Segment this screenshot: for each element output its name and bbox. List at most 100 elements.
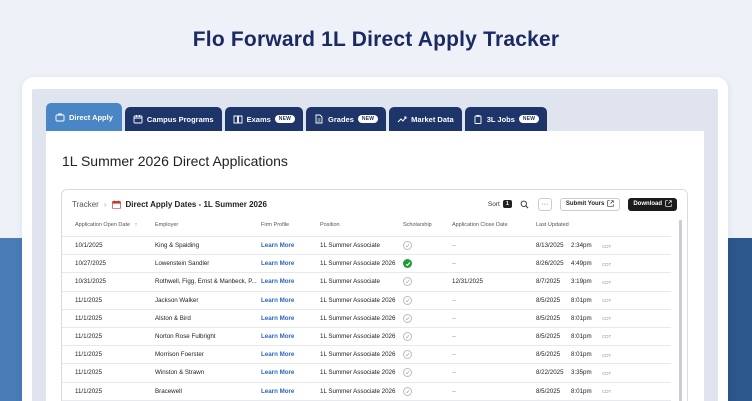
col-header-firm-profile[interactable]: Firm Profile <box>261 222 289 228</box>
more-options-button[interactable]: ··· <box>537 197 552 211</box>
cell-employer: Alston & Bird <box>155 314 191 322</box>
cell-updated-date: 8/13/2025 <box>536 242 564 249</box>
cell-updated-time: 8:01pm <box>571 296 592 304</box>
cell-close-date: -- <box>452 369 457 377</box>
tab-grades[interactable]: Grades NEW <box>306 107 387 131</box>
tab-3l-jobs[interactable]: 3L Jobs NEW <box>464 107 548 131</box>
col-header-open-date[interactable]: Application Open Date ↑ <box>75 222 137 228</box>
tracker-table: Tracker › Direct Apply Dates - 1L Summer… <box>61 189 688 401</box>
cell-open-date: 11/1/2025 <box>75 369 103 377</box>
tab-bar: Direct Apply Campus Programs Exams NEW G… <box>46 103 548 131</box>
col-header-last-updated[interactable]: Last Updated <box>536 222 569 228</box>
tab-label: Market Data <box>411 114 454 124</box>
cell-close-date: 12/31/2025 <box>452 278 483 286</box>
cell-open-date: 11/1/2025 <box>75 332 103 340</box>
download-label: Download <box>633 201 662 207</box>
cell-open-date: 10/27/2025 <box>75 260 106 268</box>
cell-updated-date: 8/5/2025 <box>536 296 561 304</box>
cell-timezone: CDT <box>602 261 612 267</box>
book-icon <box>233 114 243 124</box>
new-badge: NEW <box>274 115 296 123</box>
tab-label: Exams <box>246 114 271 124</box>
table-row[interactable]: 11/1/2025 Jackson Walker Learn More 1L Summ… <box>62 290 671 309</box>
sort-arrow-icon: ↑ <box>134 222 138 228</box>
cell-close-date: -- <box>452 387 457 395</box>
tab-content: 1L Summer 2026 Direct Applications Track… <box>46 131 704 401</box>
table-row[interactable]: 11/1/2025 Winston & Strawn Learn More 1L Su… <box>62 363 671 381</box>
download-button[interactable]: Download <box>628 197 677 211</box>
table-row[interactable]: 10/31/2025 Rothwell, Figg, Ernst & Manbec… <box>62 272 671 290</box>
cell-open-date: 11/1/2025 <box>75 296 103 304</box>
cell-position: 1L Summer Associate 2026 <box>320 332 396 340</box>
learn-more-link[interactable]: Learn More <box>261 260 294 267</box>
cell-updated-time: 8:01pm <box>571 314 592 322</box>
new-badge: NEW <box>357 115 379 123</box>
table-row[interactable]: 11/1/2025 Bracewell Learn More 1L Summer As… <box>62 381 671 400</box>
cell-timezone: CDT <box>602 334 612 340</box>
learn-more-link[interactable]: Learn More <box>261 388 294 395</box>
cell-position: 1L Summer Associate <box>320 242 380 249</box>
cell-updated-time: 3:19pm <box>571 278 592 286</box>
cell-updated-time: 8:01pm <box>571 332 592 340</box>
cell-updated-date: 8/7/2025 <box>536 278 561 286</box>
breadcrumb: Tracker › Direct Apply Dates - 1L Summer… <box>72 200 267 209</box>
sort-button[interactable]: Sort 1 <box>488 200 512 208</box>
submit-yours-button[interactable]: Submit Yours <box>559 197 621 211</box>
cell-open-date: 10/31/2025 <box>75 278 106 286</box>
learn-more-link[interactable]: Learn More <box>261 242 294 249</box>
cell-timezone: CDT <box>602 316 612 322</box>
cell-close-date: -- <box>452 314 457 322</box>
tab-campus-programs[interactable]: Campus Programs <box>124 107 222 131</box>
outer-card: Direct Apply Campus Programs Exams NEW G… <box>22 77 728 401</box>
learn-more-link[interactable]: Learn More <box>261 297 294 304</box>
vertical-scrollbar[interactable] <box>679 220 682 401</box>
cell-updated-date: 8/5/2025 <box>536 351 561 359</box>
cell-updated-time: 2:34pm <box>571 242 592 249</box>
learn-more-link[interactable]: Learn More <box>261 278 294 285</box>
learn-more-link[interactable]: Learn More <box>261 333 294 340</box>
cell-employer: Jackson Walker <box>155 296 199 304</box>
breadcrumb-current: Direct Apply Dates - 1L Summer 2026 <box>125 199 267 209</box>
clipboard-icon <box>473 114 483 124</box>
page-title: 1L Summer 2026 Direct Applications <box>62 153 288 169</box>
cell-position: 1L Summer Associate 2026 <box>320 387 396 395</box>
cell-position: 1L Summer Associate 2026 <box>320 296 396 304</box>
learn-more-link[interactable]: Learn More <box>261 315 294 322</box>
tab-direct-apply[interactable]: Direct Apply <box>46 103 122 131</box>
col-header-employer[interactable]: Employer <box>155 222 178 228</box>
cell-timezone: CDT <box>602 370 612 376</box>
scholarship-unchecked-icon <box>403 241 412 250</box>
cell-updated-time: 3:35pm <box>571 369 592 377</box>
tab-exams[interactable]: Exams NEW <box>224 107 304 131</box>
cell-employer: Morrison Foerster <box>155 351 204 359</box>
tab-label: Campus Programs <box>146 114 214 124</box>
col-header-scholarship[interactable]: Scholarship <box>403 222 432 228</box>
cell-employer: Lowenstein Sandler <box>155 260 210 268</box>
table-row[interactable]: 10/1/2025 King & Spalding Learn More 1L Sum… <box>62 236 671 254</box>
breadcrumb-tracker[interactable]: Tracker <box>72 200 99 209</box>
table-row[interactable]: 11/1/2025 Morrison Foerster Learn More 1L S… <box>62 345 671 363</box>
learn-more-link[interactable]: Learn More <box>261 369 294 376</box>
scholarship-unchecked-icon <box>403 313 412 323</box>
table-header: Application Open Date ↑ Employer Firm Pr… <box>62 222 687 236</box>
table-row[interactable]: 11/1/2025 Alston & Bird Learn More 1L Summe… <box>62 308 671 327</box>
tab-market-data[interactable]: Market Data <box>389 107 462 131</box>
hero-title: Flo Forward 1L Direct Apply Tracker <box>192 28 560 51</box>
new-badge: NEW <box>518 115 540 123</box>
learn-more-link[interactable]: Learn More <box>261 351 294 358</box>
cell-timezone: CDT <box>602 243 612 249</box>
table-row[interactable]: 10/27/2025 Lowenstein Sandler Learn More 1L… <box>62 254 671 272</box>
col-header-close-date[interactable]: Application Close Date <box>452 222 508 228</box>
cell-updated-date: 8/22/2025 <box>536 369 564 377</box>
calendar-icon <box>111 199 121 209</box>
search-icon[interactable] <box>520 199 530 209</box>
cell-timezone: CDT <box>602 279 612 285</box>
cell-close-date: -- <box>452 351 457 359</box>
cell-employer: Bracewell <box>155 387 182 395</box>
sort-count-badge: 1 <box>502 200 512 208</box>
col-header-position[interactable]: Position <box>320 222 340 228</box>
table-row[interactable]: 11/1/2025 Norton Rose Fulbright Learn More… <box>62 326 671 345</box>
cell-open-date: 11/1/2025 <box>75 314 103 322</box>
scholarship-unchecked-icon <box>403 350 412 360</box>
cell-position: 1L Summer Associate <box>320 278 380 286</box>
